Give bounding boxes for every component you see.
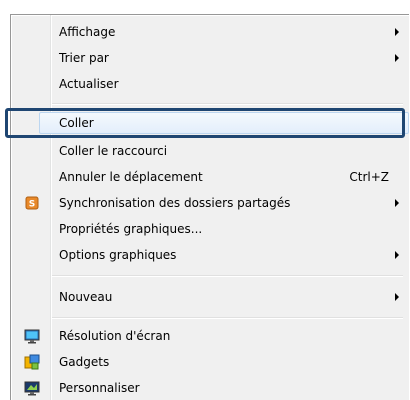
menu-item-label: Nouveau xyxy=(59,290,113,304)
menu-item-label: Gadgets xyxy=(59,355,110,369)
menu-item-proprietes-graphiques[interactable]: Propriétés graphiques... xyxy=(11,217,407,241)
submenu-arrow-icon xyxy=(395,199,399,207)
sync-icon: S xyxy=(24,195,40,211)
display-icon xyxy=(24,328,40,344)
menu-item-label: Trier par xyxy=(59,51,109,65)
menu-item-nouveau[interactable]: Nouveau xyxy=(11,285,407,309)
menu-item-coller[interactable]: Coller xyxy=(11,111,407,135)
menu-item-options-graphiques[interactable]: Options graphiques xyxy=(11,243,407,267)
menu-item-annuler-le-deplacement[interactable]: Annuler le déplacement Ctrl+Z xyxy=(11,165,407,189)
shortcut-label: Ctrl+Z xyxy=(349,170,389,184)
menu-item-synchronisation[interactable]: S Synchronisation des dossiers partagés xyxy=(11,191,407,215)
menu-separator xyxy=(52,317,403,319)
menu-item-resolution-ecran[interactable]: Résolution d'écran xyxy=(11,324,407,348)
menu-item-label: Actualiser xyxy=(59,77,119,91)
menu-item-coller-le-raccourci[interactable]: Coller le raccourci xyxy=(11,139,407,163)
submenu-arrow-icon xyxy=(395,251,399,259)
menu-item-label: Synchronisation des dossiers partagés xyxy=(59,196,291,210)
menu-separator xyxy=(52,275,403,277)
submenu-arrow-icon xyxy=(395,28,399,36)
menu-item-trier-par[interactable]: Trier par xyxy=(11,46,407,70)
menu-separator xyxy=(52,103,403,105)
menu-item-label: Annuler le déplacement xyxy=(59,170,203,184)
menu-item-affichage[interactable]: Affichage xyxy=(11,20,407,44)
menu-item-actualiser[interactable]: Actualiser xyxy=(11,72,407,96)
menu-item-label: Propriétés graphiques... xyxy=(59,222,203,236)
menu-item-label: Personnaliser xyxy=(59,381,140,395)
menu-item-label: Options graphiques xyxy=(59,248,177,262)
submenu-arrow-icon xyxy=(395,54,399,62)
sync-icon-letter: S xyxy=(29,200,35,210)
menu-item-label: Coller le raccourci xyxy=(59,144,168,158)
menu-item-label: Coller xyxy=(59,116,94,130)
menu-item-personnaliser[interactable]: Personnaliser xyxy=(11,376,407,400)
menu-item-gadgets[interactable]: Gadgets xyxy=(11,350,407,374)
personalize-icon xyxy=(24,380,40,396)
menu-item-label: Résolution d'écran xyxy=(59,329,171,343)
submenu-arrow-icon xyxy=(395,293,399,301)
menu-item-label: Affichage xyxy=(59,25,116,39)
context-menu: Affichage Trier par Actualiser Coller Co… xyxy=(5,14,409,400)
gadgets-icon xyxy=(24,354,40,370)
